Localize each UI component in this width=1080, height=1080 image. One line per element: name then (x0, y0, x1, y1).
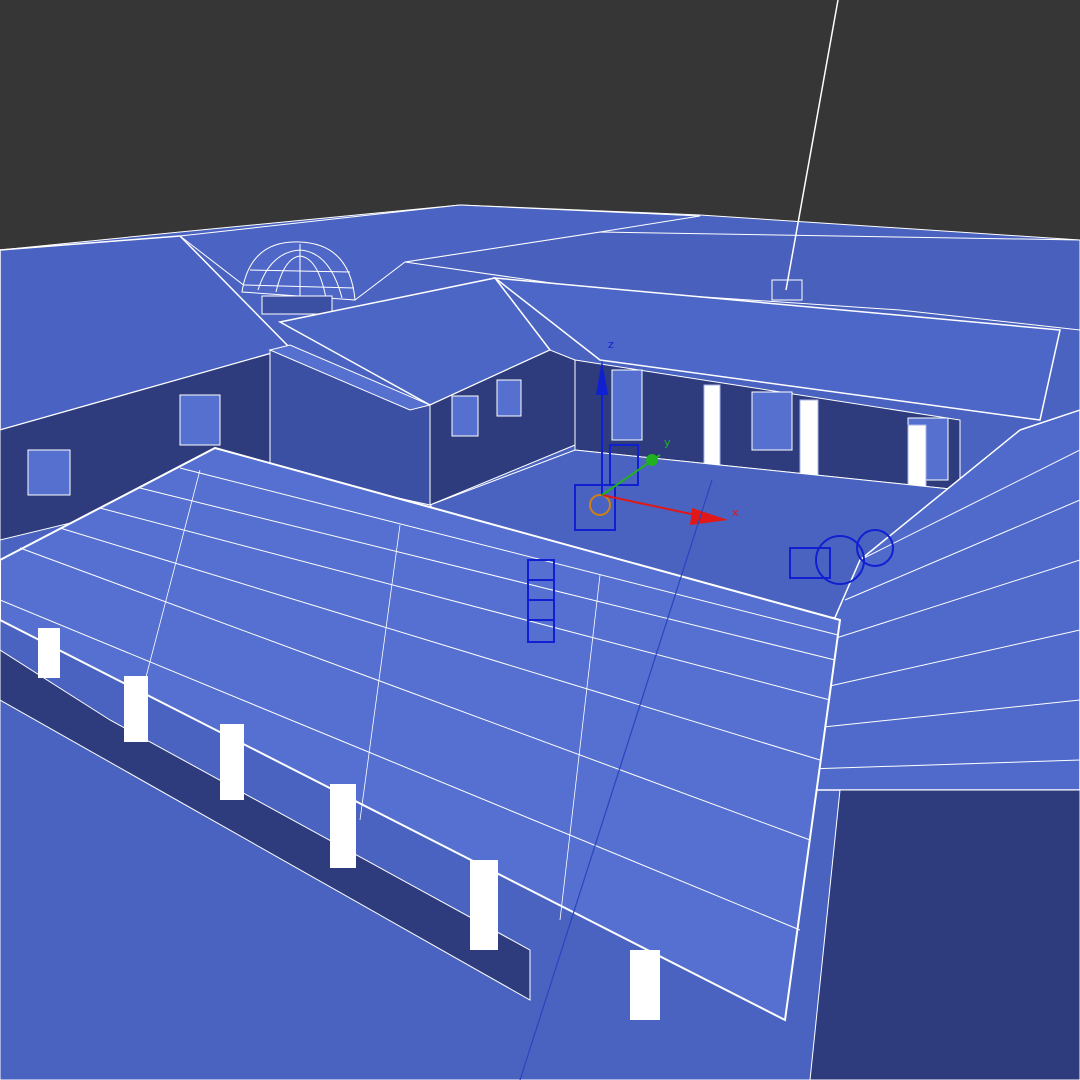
3d-viewport[interactable]: x y z (0, 0, 1080, 1080)
gizmo-y-label: y (664, 436, 671, 449)
lower-right-building (809, 789, 1080, 1080)
scene-wireframe[interactable]: x y z (0, 0, 1080, 1080)
gizmo-z-label: z (608, 338, 614, 351)
gizmo-y-handle[interactable] (646, 454, 658, 466)
gizmo-x-label: x (732, 506, 739, 519)
